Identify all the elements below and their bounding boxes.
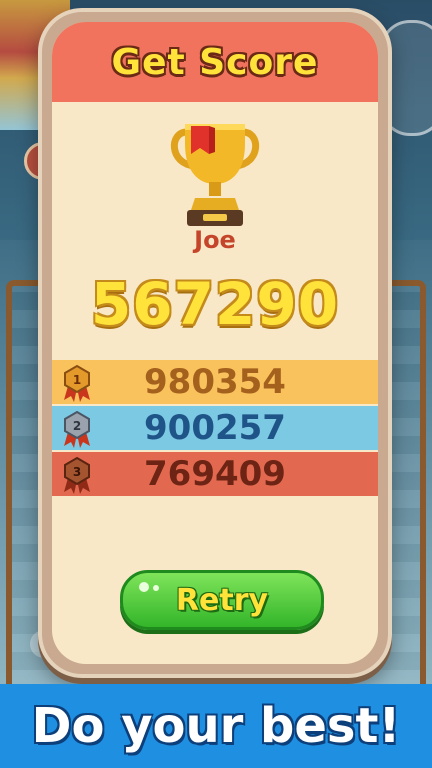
button-shine xyxy=(139,582,149,592)
retry-button-label: Retry xyxy=(175,582,269,618)
trophy-icon xyxy=(170,124,260,226)
retry-button[interactable]: Retry xyxy=(120,570,324,630)
promo-banner: Do your best! xyxy=(0,684,432,768)
button-shine xyxy=(153,585,159,591)
leaderboard-row: 3 769409 xyxy=(52,452,378,496)
leaderboard-row: 1 980354 xyxy=(52,360,378,404)
promo-banner-text: Do your best! xyxy=(31,698,401,754)
leaderboard-score: 900257 xyxy=(144,408,286,448)
score-dialog-body: Get Score Joe 567290 1 980354 2 900257 3… xyxy=(52,22,378,664)
leaderboard-row: 2 900257 xyxy=(52,406,378,450)
score-dialog: Get Score Joe 567290 1 980354 2 900257 3… xyxy=(38,8,392,678)
leaderboard-score: 980354 xyxy=(144,362,286,402)
dialog-title: Get Score xyxy=(111,41,319,83)
final-score: 567290 xyxy=(90,270,340,338)
leaderboard-score: 769409 xyxy=(144,454,286,494)
player-name: Joe xyxy=(194,226,236,254)
dialog-header: Get Score xyxy=(52,22,378,102)
leaderboard: 1 980354 2 900257 3 769409 xyxy=(52,360,378,498)
